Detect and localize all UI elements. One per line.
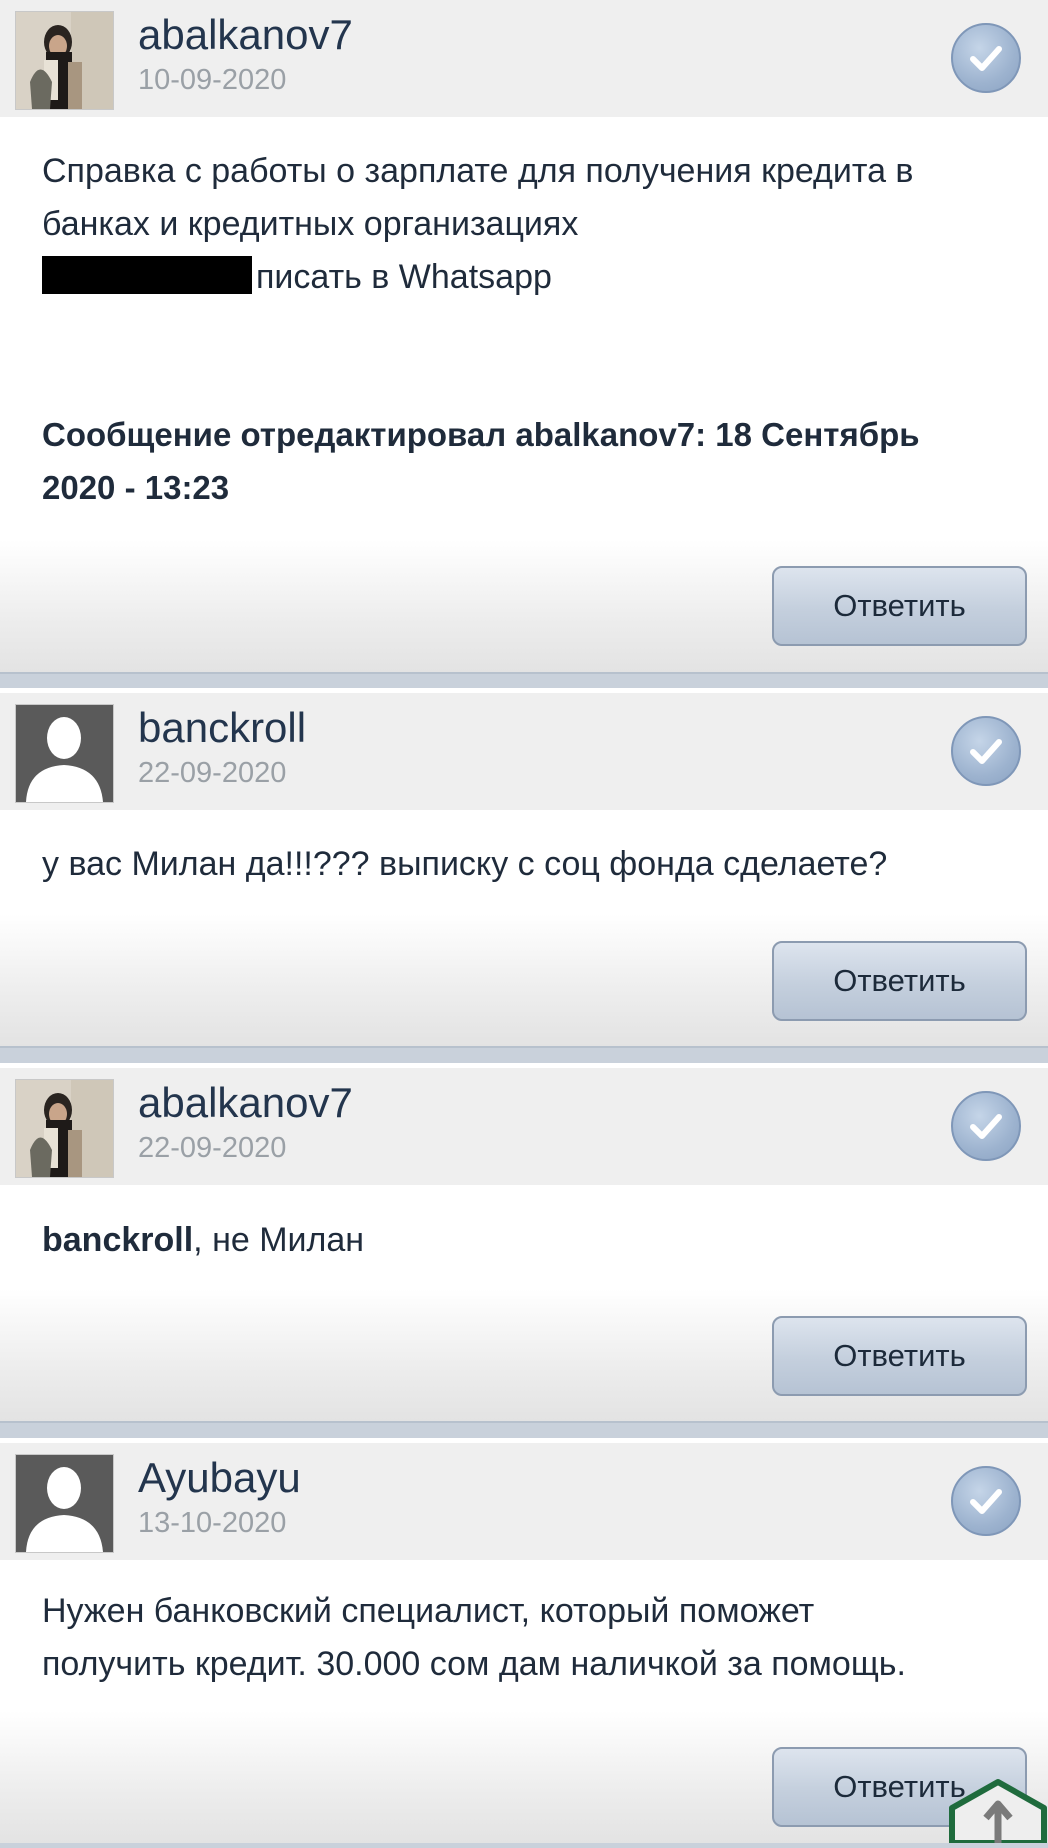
post-body: banckroll, не Милан [42, 1214, 1008, 1267]
default-avatar-icon [16, 1455, 113, 1552]
check-icon[interactable] [951, 23, 1021, 93]
username[interactable]: banckroll [138, 707, 306, 749]
post-date: 13-10-2020 [138, 1507, 287, 1539]
post: Ayubayu 13-10-2020 Нужен банковский спец… [0, 1438, 1048, 1843]
avatar[interactable] [15, 1454, 114, 1553]
check-icon[interactable] [951, 1466, 1021, 1536]
username[interactable]: Ayubayu [138, 1457, 301, 1499]
post-footer: Ответить [0, 1289, 1048, 1421]
avatar[interactable] [15, 1079, 114, 1178]
post: abalkanov7 22-09-2020 banckroll, не Мила… [0, 1063, 1048, 1423]
post-text-line: писать в Whatsapp [42, 251, 1008, 304]
reply-button[interactable]: Ответить [772, 566, 1027, 646]
scroll-top-button[interactable] [948, 1778, 1048, 1846]
mention-link[interactable]: banckroll [42, 1221, 193, 1259]
check-icon[interactable] [951, 1091, 1021, 1161]
post-header: Ayubayu 13-10-2020 [0, 1443, 1048, 1560]
edited-note: Сообщение отредактировал abalkanov7: 18 … [42, 408, 1008, 514]
avatar[interactable] [15, 704, 114, 803]
edited-note-line: Сообщение отредактировал abalkanov7: 18 … [42, 416, 920, 453]
post-text-line: banckroll, не Милан [42, 1214, 1008, 1267]
post-date: 22-09-2020 [138, 757, 287, 789]
avatar[interactable] [15, 11, 114, 110]
edited-note-line: 2020 - 13:23 [42, 469, 230, 506]
post-footer: Ответить [0, 540, 1048, 672]
redacted-phone [42, 256, 252, 294]
user-photo-icon [16, 12, 113, 109]
post-text-line: Нужен банковский специалист, который пом… [42, 1592, 815, 1630]
post-header: abalkanov7 10-09-2020 [0, 0, 1048, 117]
username[interactable]: abalkanov7 [138, 1082, 353, 1124]
post-body: Нужен банковский специалист, который пом… [42, 1585, 1008, 1691]
post-header: abalkanov7 22-09-2020 [0, 1068, 1048, 1185]
post: banckroll 22-09-2020 у вас Милан да!!!??… [0, 688, 1048, 1048]
arrow-up-icon [949, 1779, 1047, 1846]
username[interactable]: abalkanov7 [138, 14, 353, 56]
post-text-line: получить кредит. 30.000 сом дам наличкой… [42, 1645, 906, 1683]
post-footer: Ответить [0, 914, 1048, 1046]
check-icon[interactable] [951, 716, 1021, 786]
post-body: у вас Милан да!!!??? выписку с соц фонда… [42, 838, 1008, 891]
post-header: banckroll 22-09-2020 [0, 693, 1048, 810]
post-body: Справка с работы о зарплате для получени… [42, 145, 1008, 304]
post-date: 10-09-2020 [138, 64, 287, 96]
user-photo-icon [16, 1080, 113, 1177]
post: abalkanov7 10-09-2020 Справка с работы о… [0, 0, 1048, 674]
reply-button[interactable]: Ответить [772, 1316, 1027, 1396]
post-text-line: банках и кредитных организациях [42, 205, 579, 243]
post-text-line: у вас Милан да!!!??? выписку с соц фонда… [42, 845, 888, 883]
post-text-line: Справка с работы о зарплате для получени… [42, 152, 914, 190]
reply-button[interactable]: Ответить [772, 941, 1027, 1021]
post-footer: Ответить [0, 1711, 1048, 1843]
default-avatar-icon [16, 705, 113, 802]
post-date: 22-09-2020 [138, 1132, 287, 1164]
post-text-fragment: писать в Whatsapp [256, 258, 552, 296]
post-text-fragment: , не Милан [193, 1221, 365, 1259]
